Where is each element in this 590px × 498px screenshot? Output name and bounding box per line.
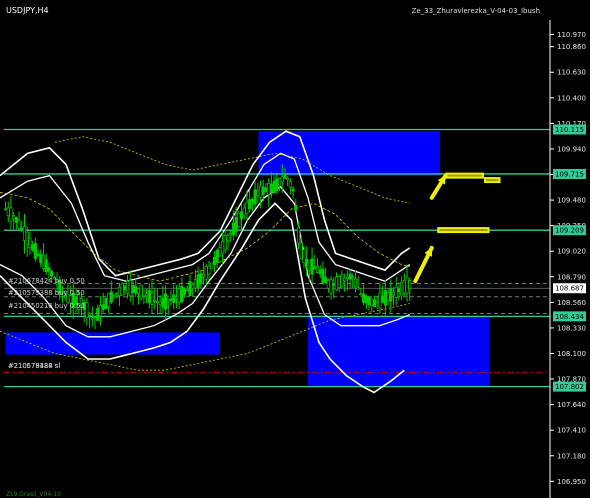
chart-window[interactable]: USDJPY,H4 Ze_33_Zhuravlerezka_V-04-03_Ib… <box>0 0 590 498</box>
svg-text:107.802: 107.802 <box>555 383 584 391</box>
svg-text:109.209: 109.209 <box>555 227 584 235</box>
projection-bar-core-2 <box>447 174 482 177</box>
axis-tick-label: 107.640 <box>557 401 586 409</box>
axis-tick-label: 108.790 <box>557 273 586 281</box>
axis-tick-label: 109.020 <box>557 248 586 256</box>
axis-tick-label: 110.860 <box>557 43 586 51</box>
axis-tick-label: 109.480 <box>557 197 586 205</box>
axis-tick-label: 107.180 <box>557 452 586 460</box>
axis-tick-label: 108.330 <box>557 324 586 332</box>
candle <box>104 296 108 310</box>
order-label-3[interactable]: #210450216 buy 0.50 <box>8 302 85 310</box>
svg-text:108.434: 108.434 <box>555 313 584 321</box>
axis-tick-label: 107.410 <box>557 427 586 435</box>
sl-label-2[interactable]: #210578424 sl <box>8 362 60 370</box>
candle <box>210 262 214 270</box>
order-label-2[interactable]: #210579388 buy 0.50 <box>8 289 85 297</box>
axis-tick-label: 109.940 <box>557 145 586 153</box>
level-price-tag-4[interactable]: 108.434 <box>553 311 586 322</box>
zone-rect-1[interactable] <box>258 131 441 176</box>
level-price-tag-1[interactable]: 110.115 <box>553 124 586 135</box>
projection-bar-core-1 <box>439 229 488 232</box>
svg-text:109.715: 109.715 <box>555 170 584 178</box>
projection-bar-core-3 <box>486 179 499 182</box>
zone-rect-3[interactable] <box>308 315 490 387</box>
candle <box>237 210 241 229</box>
axis-tick-label: 108.100 <box>557 350 586 358</box>
svg-text:108.687: 108.687 <box>555 285 584 293</box>
axis-tick-label: 110.630 <box>557 69 586 77</box>
current-price-tag[interactable]: 108.687 <box>553 283 586 294</box>
indicator-name: Ze_33_Zhuravlerezka_V-04-03_Ibush <box>412 7 540 15</box>
symbol-label: USDJPY,H4 <box>6 6 49 15</box>
level-price-tag-5[interactable]: 107.802 <box>553 381 586 392</box>
chart-background <box>0 0 590 498</box>
axis-tick-label: 110.970 <box>557 31 586 39</box>
order-label-1[interactable]: #210678424 buy 0.50 <box>8 277 85 285</box>
axis-tick-label: 106.950 <box>557 478 586 486</box>
candle <box>120 281 124 296</box>
svg-text:110.115: 110.115 <box>555 126 584 134</box>
axis-tick-label: 110.400 <box>557 94 586 102</box>
bottom-indicator-label: ZL9 Grasli_V04-10 <box>6 491 61 498</box>
axis-tick-label: 108.560 <box>557 299 586 307</box>
candle <box>139 284 143 301</box>
level-price-tag-2[interactable]: 109.715 <box>553 168 586 179</box>
level-price-tag-3[interactable]: 109.209 <box>553 225 586 236</box>
